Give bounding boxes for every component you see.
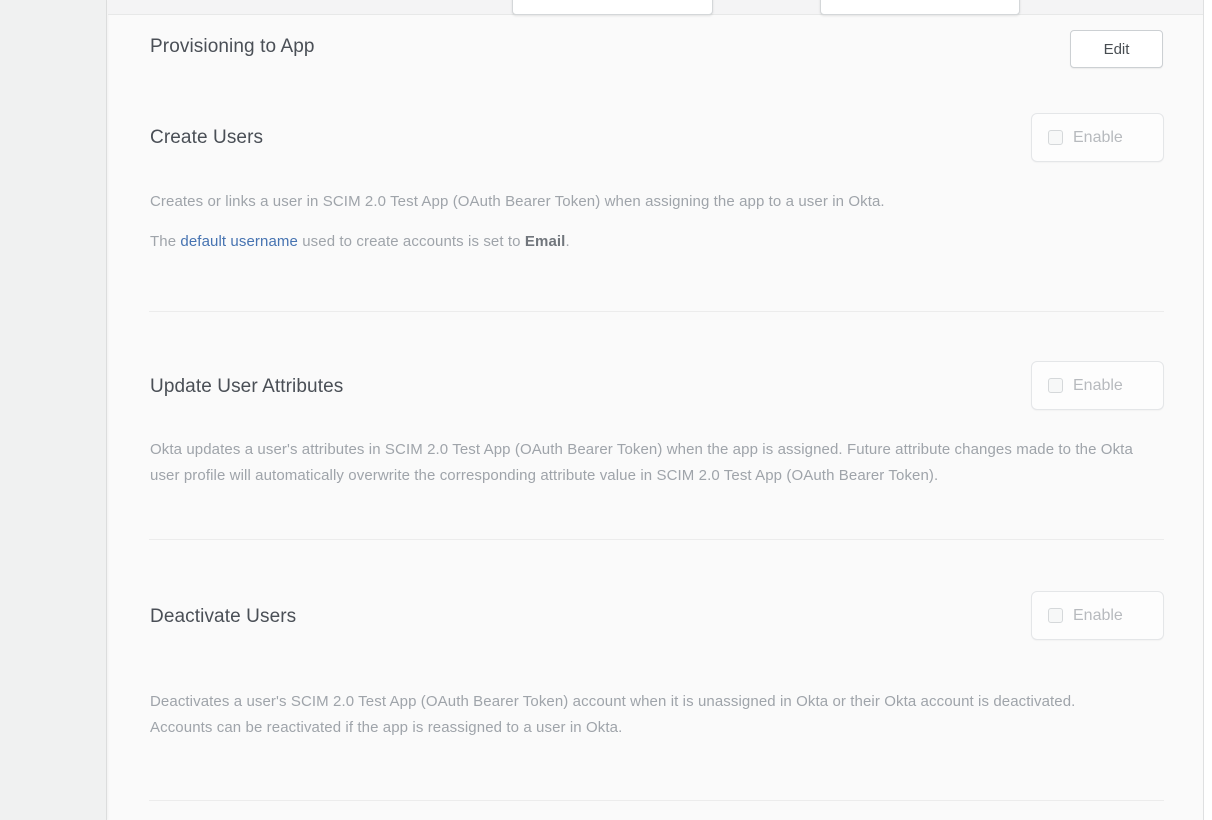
edit-button[interactable]: Edit <box>1070 30 1163 68</box>
enable-label: Enable <box>1073 129 1123 147</box>
update-user-attributes-enable-toggle[interactable]: Enable <box>1031 361 1164 410</box>
deactivate-users-description: Deactivates a user's SCIM 2.0 Test App (… <box>150 689 1138 741</box>
username-line-prefix: The <box>150 233 180 250</box>
create-users-enable-toggle[interactable]: Enable <box>1031 113 1164 162</box>
enable-label: Enable <box>1073 377 1123 395</box>
cropped-input-left[interactable] <box>512 0 713 15</box>
provisioning-settings-page: Provisioning to App Edit Create Users En… <box>0 0 1212 820</box>
default-username-link[interactable]: default username <box>180 233 298 250</box>
update-user-attributes-description: Okta updates a user's attributes in SCIM… <box>150 437 1138 489</box>
create-users-username-line: The default username used to create acco… <box>150 229 1138 255</box>
previous-section-bottom-edge <box>108 0 1203 15</box>
page-title: Provisioning to App <box>150 36 315 58</box>
cropped-input-right[interactable] <box>820 0 1020 15</box>
section-divider <box>149 311 1164 312</box>
right-edge-strip <box>1203 0 1212 820</box>
section-title-deactivate-users: Deactivate Users <box>150 606 296 628</box>
section-title-create-users: Create Users <box>150 127 263 149</box>
section-divider <box>149 800 1164 801</box>
checkbox-unchecked-icon[interactable] <box>1048 608 1063 623</box>
section-title-update-user-attributes: Update User Attributes <box>150 376 343 398</box>
create-users-description: Creates or links a user in SCIM 2.0 Test… <box>150 189 1138 215</box>
checkbox-unchecked-icon[interactable] <box>1048 378 1063 393</box>
username-value: Email <box>525 233 566 250</box>
enable-label: Enable <box>1073 607 1123 625</box>
username-line-suffix: . <box>565 233 569 250</box>
username-line-middle: used to create accounts is set to <box>298 233 525 250</box>
left-gutter-panel <box>0 0 107 820</box>
checkbox-unchecked-icon[interactable] <box>1048 130 1063 145</box>
section-divider <box>149 539 1164 540</box>
deactivate-users-enable-toggle[interactable]: Enable <box>1031 591 1164 640</box>
